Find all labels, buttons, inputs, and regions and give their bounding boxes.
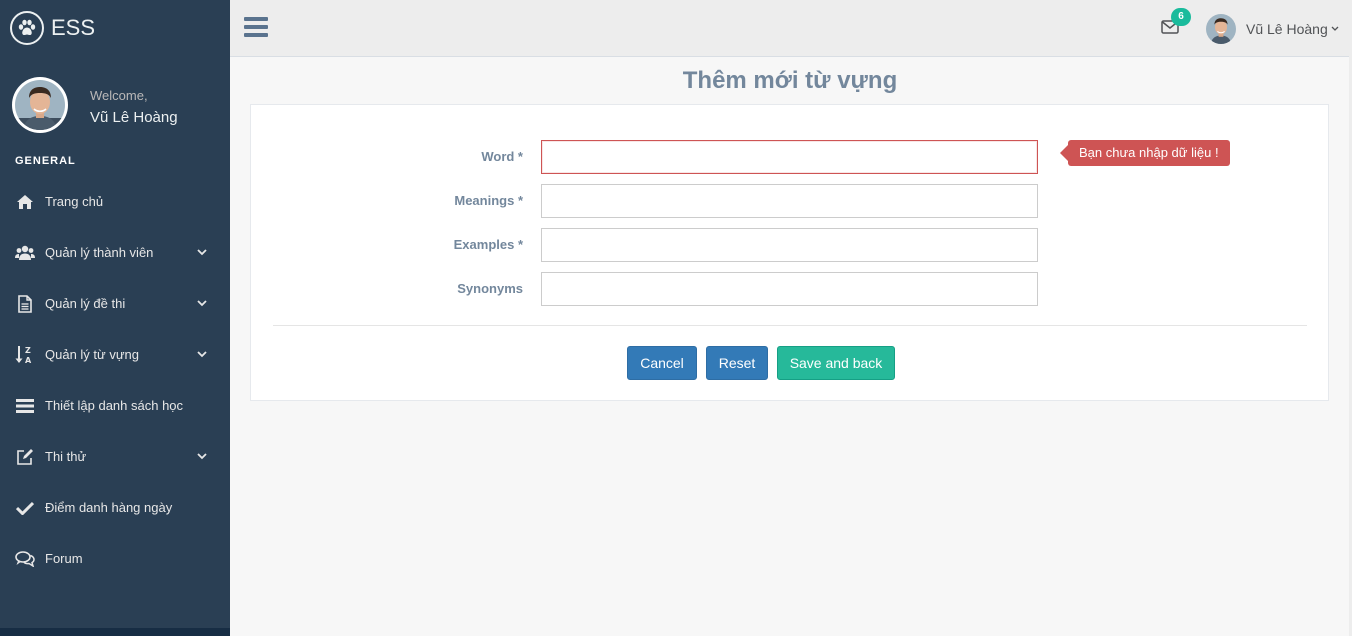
cancel-button[interactable]: Cancel bbox=[627, 346, 697, 380]
svg-text:A: A bbox=[25, 356, 32, 365]
examples-label: Examples * bbox=[453, 237, 523, 252]
save-and-back-button[interactable]: Save and back bbox=[777, 346, 895, 380]
sidebar-item-quan-ly-tu-vung[interactable]: ZA Quản lý từ vựng bbox=[0, 329, 230, 380]
page-title: Thêm mới từ vựng bbox=[682, 67, 898, 94]
form-panel: Word * Bạn chưa nhập dữ liệu ! Meanings … bbox=[250, 104, 1329, 401]
examples-input[interactable] bbox=[541, 228, 1038, 262]
top-navbar: 6 Vũ Lê Hoàng bbox=[230, 0, 1352, 57]
chevron-down-icon bbox=[196, 453, 208, 460]
svg-text:Z: Z bbox=[25, 346, 31, 355]
sidebar-item-label: Forum bbox=[45, 551, 83, 566]
check-icon bbox=[15, 498, 35, 518]
comments-icon bbox=[15, 549, 35, 569]
sidebar-item-label: Điểm danh hàng ngày bbox=[45, 500, 173, 515]
sidebar-item-thi-thu[interactable]: Thi thử bbox=[0, 431, 230, 482]
reset-button[interactable]: Reset bbox=[706, 346, 768, 380]
examples-row: Examples * bbox=[251, 228, 1328, 262]
list-icon bbox=[15, 396, 35, 416]
welcome-text: Welcome, bbox=[90, 88, 148, 103]
sidebar-footer-strip bbox=[0, 628, 230, 636]
sidebar-item-label: Thiết lập danh sách học bbox=[45, 398, 184, 413]
sidebar-item-label: Thi thử bbox=[45, 449, 87, 464]
word-label: Word * bbox=[481, 149, 523, 164]
avatar bbox=[1206, 14, 1236, 44]
synonyms-input[interactable] bbox=[541, 272, 1038, 306]
sidebar-item-label: Quản lý thành viên bbox=[45, 245, 154, 260]
document-icon bbox=[15, 294, 35, 314]
synonyms-row: Synonyms bbox=[251, 272, 1328, 306]
sidebar-item-quan-ly-de-thi[interactable]: Quản lý đề thi bbox=[0, 278, 230, 329]
chevron-down-icon bbox=[196, 249, 208, 256]
meanings-label: Meanings * bbox=[454, 193, 523, 208]
meanings-input[interactable] bbox=[541, 184, 1038, 218]
paw-icon bbox=[10, 11, 44, 45]
menu-section-title: GENERAL bbox=[15, 155, 76, 167]
chevron-down-icon bbox=[1331, 26, 1339, 32]
sidebar-item-label: Quản lý đề thi bbox=[45, 296, 126, 311]
user-menu[interactable]: Vũ Lê Hoàng bbox=[1206, 14, 1339, 44]
edit-icon bbox=[15, 447, 35, 467]
sidebar-item-label: Trang chủ bbox=[45, 194, 104, 209]
synonyms-label: Synonyms bbox=[457, 281, 523, 296]
user-name: Vũ Lê Hoàng bbox=[1246, 21, 1328, 37]
avatar bbox=[12, 77, 68, 133]
chevron-down-icon bbox=[196, 351, 208, 358]
word-input[interactable] bbox=[541, 140, 1038, 174]
menu-toggle-icon[interactable] bbox=[244, 17, 268, 39]
profile: Welcome, Vũ Lê Hoàng bbox=[12, 77, 178, 133]
sort-alpha-icon: ZA bbox=[15, 345, 35, 365]
sidebar: ESS Welcome, Vũ Lê Hoàng GENERAL Trang c… bbox=[0, 0, 230, 636]
chevron-down-icon bbox=[196, 300, 208, 307]
home-icon bbox=[15, 192, 35, 212]
sidebar-item-trang-chu[interactable]: Trang chủ bbox=[0, 176, 230, 227]
meanings-row: Meanings * bbox=[251, 184, 1328, 218]
brand[interactable]: ESS bbox=[10, 11, 95, 45]
profile-name: Vũ Lê Hoàng bbox=[90, 109, 178, 126]
sidebar-menu: Trang chủ Quản lý thành viên Quản lý đề … bbox=[0, 176, 230, 584]
sidebar-item-label: Quản lý từ vựng bbox=[45, 347, 140, 362]
sidebar-item-diem-danh-hang-ngay[interactable]: Điểm danh hàng ngày bbox=[0, 482, 230, 533]
users-icon bbox=[15, 243, 35, 263]
notification-badge: 6 bbox=[1171, 8, 1191, 26]
sidebar-item-forum[interactable]: Forum bbox=[0, 533, 230, 584]
brand-title: ESS bbox=[51, 15, 96, 40]
error-tooltip: Bạn chưa nhập dữ liệu ! bbox=[1060, 140, 1230, 166]
form-divider bbox=[273, 325, 1307, 326]
sidebar-item-quan-ly-thanh-vien[interactable]: Quản lý thành viên bbox=[0, 227, 230, 278]
sidebar-item-thiet-lap-danh-sach-hoc[interactable]: Thiết lập danh sách học bbox=[0, 380, 230, 431]
